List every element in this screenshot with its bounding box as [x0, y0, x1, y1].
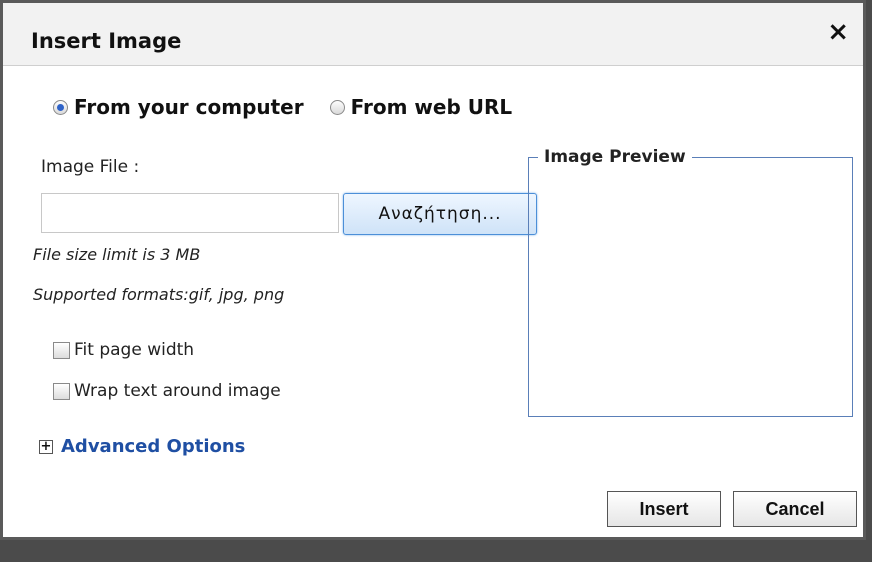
fit-page-width-checkbox[interactable] — [53, 341, 70, 359]
dialog-title: Insert Image — [31, 29, 182, 53]
insert-image-dialog: Insert Image × From your computer From w… — [0, 0, 866, 540]
radio-from-computer[interactable] — [53, 99, 68, 115]
fit-page-width-row: Fit page width — [53, 340, 194, 360]
dialog-titlebar: Insert Image × — [3, 3, 863, 66]
wrap-text-label[interactable]: Wrap text around image — [74, 381, 281, 401]
image-file-input[interactable] — [41, 193, 339, 233]
cancel-button[interactable]: Cancel — [733, 491, 857, 527]
wrap-text-checkbox[interactable] — [53, 382, 70, 400]
close-icon[interactable]: × — [827, 19, 849, 45]
radio-from-computer-label[interactable]: From your computer — [74, 95, 304, 119]
radio-from-web-url[interactable] — [329, 99, 345, 115]
fit-page-width-label[interactable]: Fit page width — [74, 340, 194, 360]
wrap-text-row: Wrap text around image — [53, 381, 281, 401]
browse-button[interactable]: Αναζήτηση... — [343, 193, 537, 235]
image-preview-box — [528, 157, 853, 417]
file-size-note: File size limit is 3 MB — [33, 245, 201, 264]
supported-formats-note: Supported formats:gif, jpg, png — [33, 285, 285, 304]
insert-button[interactable]: Insert — [607, 491, 721, 527]
expand-plus-icon[interactable]: + — [39, 439, 53, 454]
advanced-options-toggle[interactable]: + Advanced Options — [39, 436, 245, 457]
source-radio-group: From your computer From web URL — [53, 95, 538, 119]
advanced-options-label[interactable]: Advanced Options — [61, 436, 245, 457]
image-preview-legend: Image Preview — [538, 147, 692, 167]
image-file-label: Image File : — [41, 157, 140, 177]
radio-from-web-url-label[interactable]: From web URL — [351, 95, 513, 119]
